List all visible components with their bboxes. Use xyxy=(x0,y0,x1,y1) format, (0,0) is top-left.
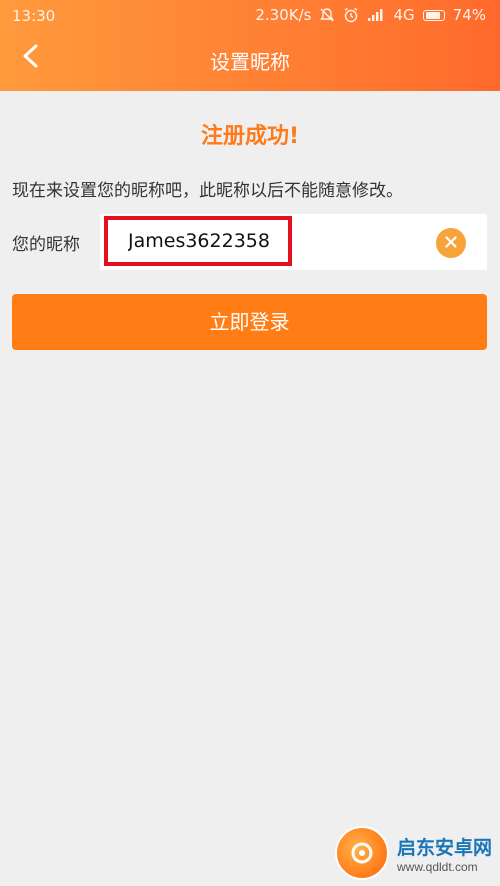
instruction-text: 现在来设置您的昵称吧，此昵称以后不能随意修改。 xyxy=(12,181,403,201)
network-type: 4G xyxy=(393,6,415,24)
success-title: 注册成功! xyxy=(200,124,300,149)
alarm-icon xyxy=(343,7,359,23)
login-button[interactable]: 立即登录 xyxy=(12,294,487,350)
battery-level: 74% xyxy=(452,6,486,24)
page-title: 设置昵称 xyxy=(210,50,290,74)
watermark-name: 启东安卓网 xyxy=(396,836,492,859)
nickname-input[interactable] xyxy=(104,216,292,266)
clear-x-icon xyxy=(444,234,458,253)
battery-icon xyxy=(422,9,445,21)
signal-icon xyxy=(367,8,385,22)
nickname-label: 您的昵称 xyxy=(12,235,80,255)
bell-off-icon xyxy=(319,7,335,23)
status-time: 13:30 xyxy=(12,7,56,25)
network-speed: 2.30K/s xyxy=(255,6,312,24)
status-bar: 13:30 2.30K/s 4G 74% xyxy=(0,0,500,32)
nickname-row: 您的昵称 xyxy=(0,214,500,270)
clear-button[interactable] xyxy=(436,228,466,258)
watermark-url: www.qdldt.com xyxy=(396,859,478,874)
app-header: 13:30 2.30K/s 4G 74% 设置昵称 xyxy=(0,0,500,91)
watermark: 启东安卓网 www.qdldt.com xyxy=(334,826,492,880)
status-icons: 2.30K/s 4G 74% xyxy=(255,6,486,24)
watermark-logo-icon xyxy=(334,826,389,880)
